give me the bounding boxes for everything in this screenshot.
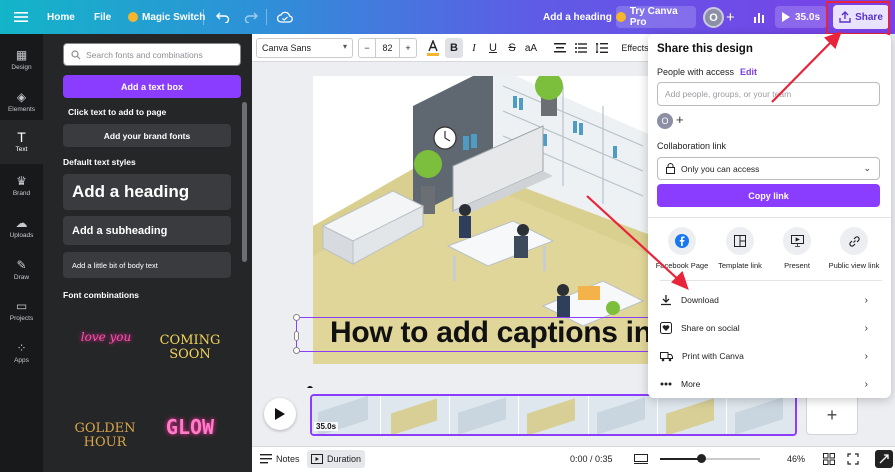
annotation-arrows xyxy=(586,31,842,290)
annotation-arrow xyxy=(771,37,836,103)
annotation-arrow xyxy=(586,195,682,283)
